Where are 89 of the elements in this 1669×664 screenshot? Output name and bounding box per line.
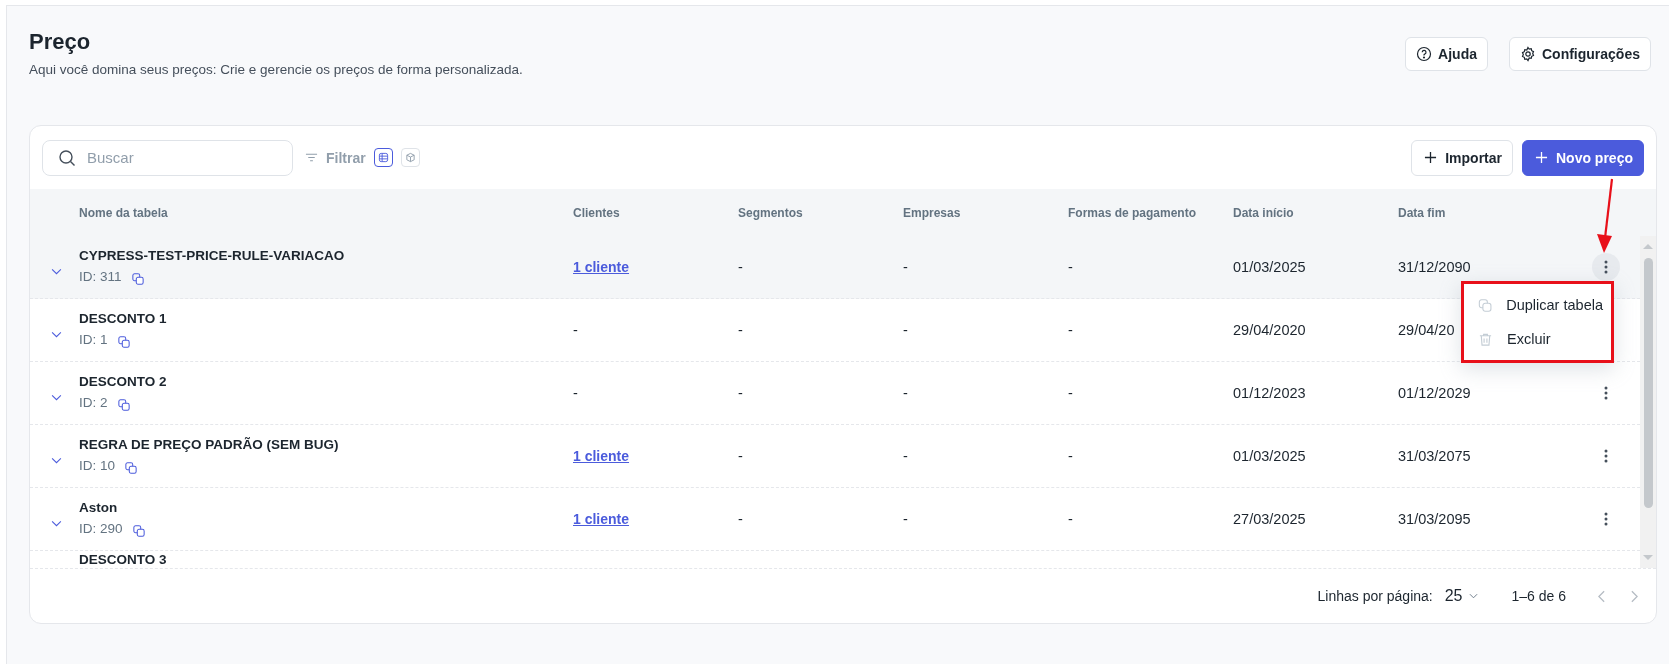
chevron-down-icon[interactable]	[51, 267, 62, 275]
menu-item[interactable]: Excluir	[1464, 322, 1611, 356]
table-name: Aston	[79, 499, 119, 515]
table-row[interactable]: REGRA DE PREÇO PADRÃO (SEM BUG) ID: 10 1 cliente - - - 01/03/2025 31/03/2075	[30, 425, 1640, 488]
column-header: Empresas	[903, 205, 962, 220]
table-cell: 31/03/2075	[1398, 448, 1471, 464]
chevron-down-icon[interactable]	[51, 330, 62, 338]
table-id: ID: 311	[79, 269, 122, 284]
table-cell: 01/03/2025	[1233, 259, 1306, 275]
filter-icon	[305, 151, 318, 164]
chevron-down-icon[interactable]	[51, 519, 62, 527]
table-view-toggle[interactable]	[373, 148, 393, 167]
trash-icon	[1478, 331, 1493, 347]
table-cell: -	[573, 385, 578, 401]
help-icon	[1416, 46, 1433, 62]
kebab-icon	[1604, 260, 1608, 274]
table-cell: 01/03/2025	[1233, 448, 1306, 464]
clients-link[interactable]: 1 cliente	[573, 448, 630, 464]
table-cell: -	[903, 511, 908, 527]
table-cell: -	[903, 448, 908, 464]
rows-per-page-select[interactable]: 25	[1444, 587, 1478, 605]
copy-icon	[1478, 297, 1493, 313]
table-cell: -	[1068, 385, 1073, 401]
table-cell: 29/04/20	[1398, 322, 1455, 338]
settings-button[interactable]: Configurações	[1509, 37, 1651, 71]
column-header: Clientes	[573, 205, 621, 220]
table-cell: -	[1068, 511, 1073, 527]
settings-icon	[1520, 46, 1536, 62]
table-name: CYPRESS-TEST-PRICE-RULE-VARIACAO	[79, 247, 346, 263]
table-cell: 27/03/2025	[1233, 511, 1306, 527]
column-header: Formas de pagamento	[1068, 205, 1198, 220]
table-row[interactable]: CYPRESS-TEST-PRICE-RULE-VARIACAO ID: 311 1 cliente - - - 01/03/2025 31/12/2090	[30, 236, 1640, 299]
table-cell: -	[1068, 259, 1073, 275]
box-view-toggle[interactable]	[400, 148, 420, 167]
table-cell: -	[1068, 448, 1073, 464]
table-cell: 01/12/2029	[1398, 385, 1471, 401]
plus-icon	[1535, 151, 1548, 164]
import-button[interactable]: Importar	[1411, 139, 1513, 176]
copy-icon[interactable]	[131, 272, 144, 285]
table-name: DESCONTO 3	[79, 552, 168, 567]
pagination-range: 1–6 de 6	[1511, 588, 1566, 604]
chevron-down-icon[interactable]	[51, 456, 62, 464]
table-row[interactable]: Aston ID: 290 1 cliente - - - 27/03/2025 31/03/2095	[30, 488, 1640, 551]
table-cell: -	[738, 259, 743, 275]
table-cell: -	[903, 259, 908, 275]
table-id: ID: 10	[79, 458, 116, 473]
kebab-icon	[1604, 512, 1608, 526]
column-header: Data início	[1233, 205, 1295, 220]
copy-icon[interactable]	[125, 461, 138, 474]
table-cell: 31/12/2090	[1398, 259, 1471, 275]
table-id: ID: 290	[79, 521, 123, 536]
table-cell: -	[738, 322, 743, 338]
column-header: Segmentos	[738, 205, 804, 220]
rows-per-page-label: Linhas por página:	[1317, 588, 1433, 604]
cube-icon	[404, 152, 416, 163]
page-title: Preço	[29, 28, 92, 56]
table-cell: 01/12/2023	[1233, 385, 1306, 401]
table-cell: -	[903, 322, 908, 338]
table-cell: -	[573, 322, 578, 338]
column-header: Nome da tabela	[79, 205, 169, 220]
search-icon	[58, 148, 76, 167]
table-name: DESCONTO 1	[79, 310, 168, 326]
new-price-button[interactable]: Novo preço	[1522, 139, 1644, 176]
table-name: DESCONTO 2	[79, 373, 168, 389]
table-name: REGRA DE PREÇO PADRÃO (SEM BUG)	[79, 436, 340, 452]
table-cell: -	[903, 385, 908, 401]
table-icon	[377, 152, 389, 163]
table-cell: -	[738, 511, 743, 527]
page-subtitle: Aqui você domina seus preços: Crie e gerencie os preços de forma personalizada.	[29, 61, 523, 79]
search-field[interactable]: Buscar	[42, 139, 293, 176]
chevron-down-icon[interactable]	[51, 393, 62, 401]
kebab-icon	[1604, 386, 1608, 400]
column-header: Data fim	[1398, 205, 1447, 220]
clients-link[interactable]: 1 cliente	[573, 259, 630, 275]
table-cell: -	[738, 448, 743, 464]
help-button[interactable]: Ajuda	[1405, 37, 1488, 71]
caret-icon	[1468, 593, 1478, 599]
copy-icon[interactable]	[117, 335, 130, 348]
plus-icon	[1424, 151, 1438, 164]
table-cell: 31/03/2095	[1398, 511, 1471, 527]
kebab-icon	[1604, 449, 1608, 463]
copy-icon[interactable]	[117, 398, 130, 411]
table-id: ID: 1	[79, 332, 108, 347]
clients-link[interactable]: 1 cliente	[573, 511, 630, 527]
table-cell: -	[738, 385, 743, 401]
table-cell: -	[1068, 322, 1073, 338]
copy-icon[interactable]	[132, 524, 145, 537]
table-id: ID: 2	[79, 395, 108, 410]
table-cell: 29/04/2020	[1233, 322, 1306, 338]
